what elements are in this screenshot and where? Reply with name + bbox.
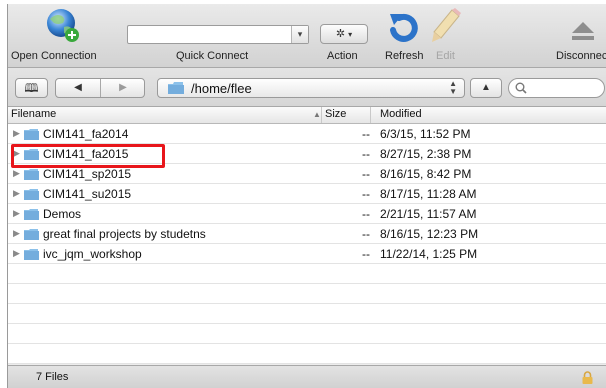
sort-ascending-icon: ▲ xyxy=(313,110,321,119)
back-forward-control: ◀ ▶ xyxy=(55,78,145,98)
action-button[interactable]: ✲ ▾ xyxy=(320,24,368,44)
empty-row xyxy=(8,324,606,344)
status-bar: 7 Files xyxy=(8,365,606,388)
updown-icon: ▲ ▼ xyxy=(449,79,457,96)
pencil-icon xyxy=(432,8,461,42)
disclosure-triangle-icon[interactable]: ▶ xyxy=(13,168,20,179)
refresh-icon xyxy=(390,13,418,42)
refresh-label: Refresh xyxy=(385,50,424,62)
file-row[interactable]: ▶ CIM141_fa2014 -- 6/3/15, 11:52 PM xyxy=(8,124,606,144)
edit-button[interactable] xyxy=(430,7,464,48)
file-size: -- xyxy=(362,167,370,181)
folder-icon xyxy=(24,249,39,260)
file-name: Demos xyxy=(43,207,82,221)
folder-icon xyxy=(24,129,39,140)
file-name: CIM141_fa2014 xyxy=(43,127,129,141)
quick-connect-label: Quick Connect xyxy=(176,50,249,62)
file-modified: 8/16/15, 12:23 PM xyxy=(380,227,479,241)
folder-icon xyxy=(24,189,39,200)
empty-row xyxy=(8,284,606,304)
eject-icon xyxy=(572,22,594,40)
disclosure-triangle-icon[interactable]: ▶ xyxy=(13,128,20,139)
column-modified[interactable]: Modified xyxy=(380,108,422,120)
file-modified: 8/27/15, 2:38 PM xyxy=(380,147,472,161)
file-modified: 6/3/15, 11:52 PM xyxy=(380,127,471,141)
disclosure-triangle-icon[interactable]: ▶ xyxy=(13,188,20,199)
file-name: CIM141_sp2015 xyxy=(43,167,132,181)
folder-icon xyxy=(24,209,39,220)
file-size: -- xyxy=(362,147,370,161)
column-filename[interactable]: Filename xyxy=(11,108,56,120)
folder-icon xyxy=(24,229,39,240)
file-name: ivc_jqm_workshop xyxy=(43,247,142,261)
column-divider[interactable] xyxy=(370,107,371,123)
empty-row xyxy=(8,264,606,284)
search-field[interactable] xyxy=(508,78,605,98)
quick-connect-combobox[interactable]: ▾ xyxy=(127,25,309,44)
open-connection-button[interactable] xyxy=(44,7,82,48)
disclosure-triangle-icon[interactable]: ▶ xyxy=(13,208,20,219)
file-size: -- xyxy=(362,227,370,241)
open-connection-label: Open Connection xyxy=(11,50,97,62)
file-modified: 8/17/15, 11:28 AM xyxy=(380,187,477,201)
folder-icon xyxy=(168,82,184,94)
column-divider[interactable] xyxy=(321,107,322,123)
parent-directory-button[interactable]: ▲ xyxy=(470,78,502,98)
file-row[interactable]: ▶ CIM141_su2015 -- 8/17/15, 11:28 AM xyxy=(8,184,606,204)
file-modified: 8/16/15, 8:42 PM xyxy=(380,167,472,181)
empty-row xyxy=(8,304,606,324)
file-size: -- xyxy=(362,247,370,261)
file-name: CIM141_su2015 xyxy=(43,187,132,201)
file-row[interactable]: ▶ Demos -- 2/21/15, 11:57 AM xyxy=(8,204,606,224)
bookmarks-button[interactable]: 🕮 xyxy=(15,78,48,98)
file-size: -- xyxy=(362,187,370,201)
app-window: Open Connection ▾ Quick Connect ✲ ▾ Acti… xyxy=(7,4,606,388)
up-arrow-icon: ▲ xyxy=(481,82,491,93)
empty-row xyxy=(8,344,606,364)
folder-icon xyxy=(24,169,39,180)
column-size[interactable]: Size xyxy=(325,108,346,120)
file-row[interactable]: ▶ great final projects by studetns -- 8/… xyxy=(8,224,606,244)
toolbar: Open Connection ▾ Quick Connect ✲ ▾ Acti… xyxy=(8,4,606,68)
file-modified: 11/22/14, 1:25 PM xyxy=(380,247,478,261)
globe-plus-icon xyxy=(47,9,79,42)
disclosure-triangle-icon[interactable]: ▶ xyxy=(13,248,20,259)
edit-label: Edit xyxy=(436,50,455,62)
file-count: 7 Files xyxy=(36,371,69,383)
search-icon xyxy=(515,82,527,94)
highlight-annotation xyxy=(11,144,165,168)
action-label: Action xyxy=(327,50,358,62)
path-dropdown[interactable]: /home/flee ▲ ▼ xyxy=(157,78,465,98)
disconnect-label: Disconnect xyxy=(556,50,606,62)
disclosure-triangle-icon[interactable]: ▶ xyxy=(13,228,20,239)
disconnect-button[interactable] xyxy=(570,20,596,45)
book-icon: 🕮 xyxy=(24,81,39,95)
back-arrow-icon[interactable]: ◀ xyxy=(56,79,101,97)
file-name: great final projects by studetns xyxy=(43,227,206,241)
chevron-down-icon[interactable]: ▾ xyxy=(291,26,308,43)
forward-arrow-icon[interactable]: ▶ xyxy=(101,79,145,97)
file-size: -- xyxy=(362,127,370,141)
chevron-down-icon: ▾ xyxy=(348,30,353,39)
file-size: -- xyxy=(362,207,370,221)
column-header: Filename ▲ Size Modified xyxy=(8,107,606,124)
current-path: /home/flee xyxy=(191,81,252,96)
lock-icon[interactable] xyxy=(582,371,593,384)
path-bar: 🕮 ◀ ▶ /home/flee ▲ ▼ ▲ xyxy=(8,68,606,107)
file-modified: 2/21/15, 11:57 AM xyxy=(380,207,477,221)
refresh-button[interactable] xyxy=(386,10,422,47)
gear-icon: ✲ xyxy=(335,28,346,40)
file-row[interactable]: ▶ ivc_jqm_workshop -- 11/22/14, 1:25 PM xyxy=(8,244,606,264)
